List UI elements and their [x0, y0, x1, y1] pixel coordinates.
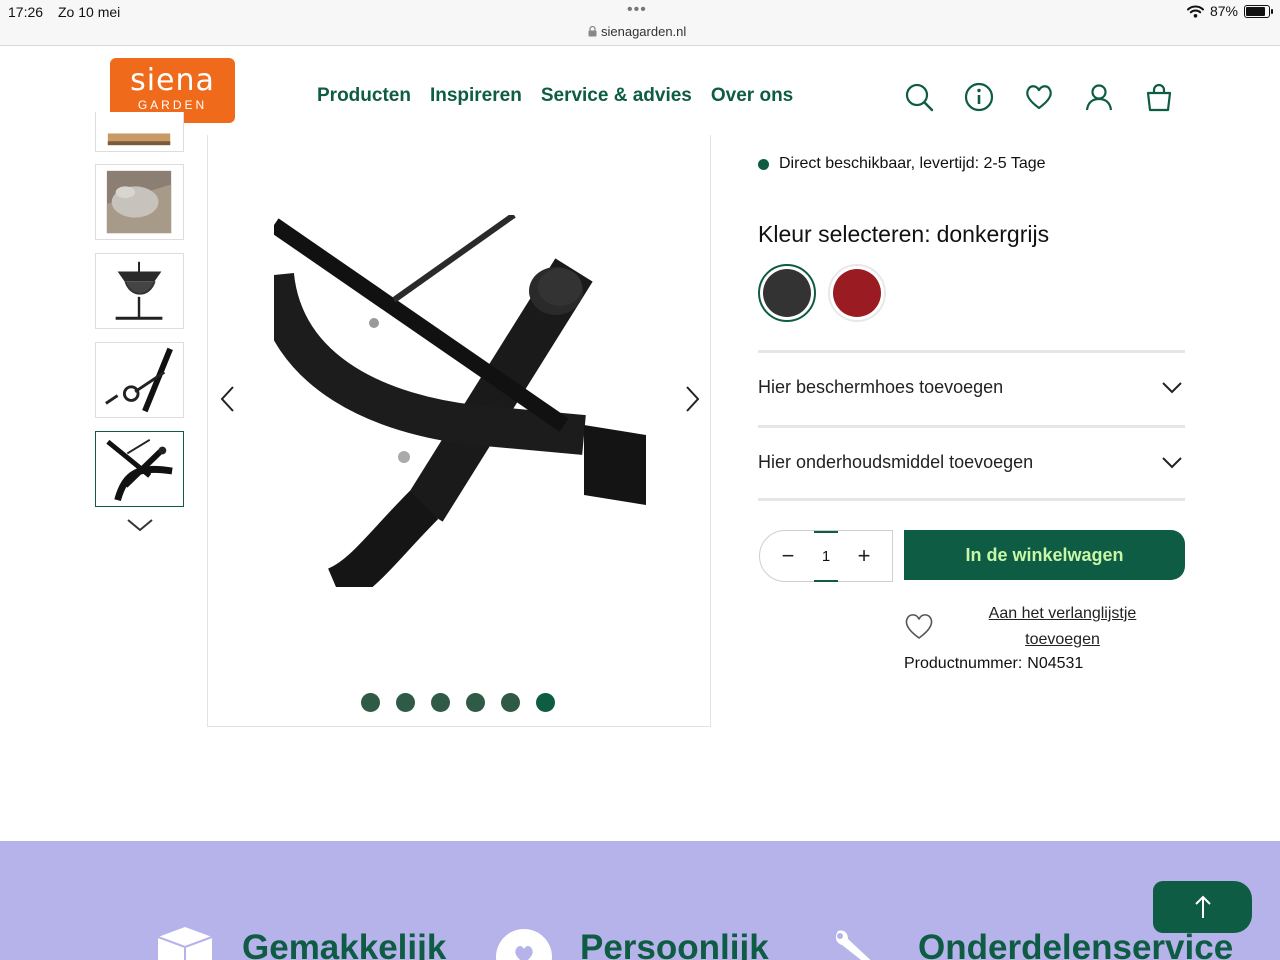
status-time: 17:26: [8, 4, 44, 20]
shopping-bag-icon[interactable]: [1144, 82, 1174, 112]
usp-band: Gemakkelijk Persoonlijk Onderdelenservic…: [0, 841, 1280, 960]
chevron-down-icon: [1162, 456, 1182, 468]
thumbnail-5-active[interactable]: [95, 431, 184, 507]
status-bar: 17:26 Zo 10 mei ••• sienagarden.nl 87%: [0, 0, 1280, 46]
thumbnail-1[interactable]: [95, 112, 184, 152]
accordion-onderhoudsmiddel[interactable]: Hier onderhoudsmiddel toevoegen: [758, 425, 1185, 497]
user-icon[interactable]: [1084, 82, 1114, 112]
availability-dot: [758, 158, 769, 170]
quantity-decrease-button[interactable]: −: [778, 543, 798, 569]
thumbnail-image: [105, 347, 173, 413]
add-to-wishlist-link[interactable]: Aan het verlanglijstje toevoegen: [955, 601, 1170, 653]
gallery-dot-2[interactable]: [396, 693, 415, 712]
swatch-fill: [833, 269, 881, 317]
heart-circle-icon: [496, 929, 552, 960]
more-dots-icon[interactable]: •••: [627, 1, 647, 19]
logo-wordmark: siena: [130, 63, 215, 98]
thumbnail-3[interactable]: [95, 253, 184, 329]
accordion-label: Hier onderhoudsmiddel toevoegen: [758, 452, 1034, 472]
wrench-icon: [835, 930, 871, 960]
chevron-down-icon: [1162, 381, 1182, 393]
search-icon[interactable]: [904, 82, 934, 112]
thumbnail-scroll-down-icon[interactable]: [126, 516, 154, 536]
availability: Direct beschikbaar, levertijd: 2-5 Tage: [758, 155, 1046, 173]
product-gallery: [207, 135, 711, 727]
thumbnail-image: [107, 133, 171, 146]
thumbnail-2[interactable]: [95, 164, 184, 240]
status-right: 87%: [1186, 3, 1273, 19]
quantity-increase-button[interactable]: +: [854, 543, 874, 569]
swatch-fill: [763, 269, 811, 317]
accordion-beschermhoes[interactable]: Hier beschermhoes toevoegen: [758, 350, 1185, 422]
main-nav: Producten Inspireren Service & advies Ov…: [317, 85, 793, 107]
color-label: Kleur selecteren:: [758, 221, 931, 247]
usp-persoonlijk: Persoonlijk: [580, 928, 769, 960]
availability-text: Direct beschikbaar, levertijd: 2-5 Tage: [779, 155, 1046, 172]
box-icon: [157, 927, 213, 960]
add-to-cart-button[interactable]: In de winkelwagen: [904, 530, 1185, 580]
product-number-value: N04531: [1027, 655, 1084, 672]
quantity-stepper: − 1 +: [759, 530, 893, 582]
nav-service-advies[interactable]: Service & advies: [541, 85, 692, 107]
thumbnail-4[interactable]: [95, 342, 184, 418]
gallery-dot-6-active[interactable]: [536, 693, 555, 712]
site-header: siena GARDEN Producten Inspireren Servic…: [0, 47, 1280, 135]
battery-icon: [1244, 4, 1273, 18]
thumbnail-image: [106, 170, 172, 234]
chevron-left-icon[interactable]: [218, 384, 238, 414]
swatch-donkergrijs[interactable]: [758, 264, 816, 322]
address-bar[interactable]: sienagarden.nl: [588, 24, 686, 39]
thumbnail-image: [106, 438, 173, 502]
accordion-divider: [758, 498, 1185, 501]
scroll-to-top-button[interactable]: [1153, 881, 1252, 933]
nav-inspireren[interactable]: Inspireren: [430, 85, 522, 107]
header-icons: [904, 82, 1174, 112]
product-number-label: Productnummer:: [904, 655, 1023, 672]
nav-over-ons[interactable]: Over ons: [711, 85, 793, 107]
arrow-up-icon: [1194, 895, 1211, 918]
thumbnail-image: [115, 261, 163, 320]
usp-gemakkelijk: Gemakkelijk: [242, 928, 447, 960]
accordion-label: Hier beschermhoes toevoegen: [758, 377, 1004, 397]
heart-icon[interactable]: [1024, 82, 1054, 112]
info-icon[interactable]: [964, 82, 994, 112]
wishlist-heart-icon[interactable]: [904, 611, 934, 641]
product-number: Productnummer: N04531: [904, 655, 1083, 673]
quantity-input[interactable]: 1: [813, 530, 839, 582]
product-image[interactable]: [274, 215, 646, 587]
battery-percent: 87%: [1209, 3, 1238, 19]
chevron-right-icon[interactable]: [682, 384, 702, 414]
gallery-dot-4[interactable]: [466, 693, 485, 712]
gallery-dot-3[interactable]: [431, 693, 450, 712]
status-date: Zo 10 mei: [58, 4, 121, 20]
gallery-dot-1[interactable]: [361, 693, 380, 712]
swatch-rood[interactable]: [828, 264, 886, 322]
logo-subtitle: GARDEN: [137, 98, 208, 112]
nav-producten[interactable]: Producten: [317, 85, 411, 107]
wifi-icon: [1186, 5, 1204, 18]
color-value: donkergrijs: [936, 221, 1050, 247]
lock-icon: [588, 26, 597, 37]
gallery-dot-5[interactable]: [501, 693, 520, 712]
color-heading: Kleur selecteren: donkergrijs: [758, 221, 1049, 248]
url-text: sienagarden.nl: [601, 24, 687, 39]
gallery-dots: [361, 693, 555, 712]
